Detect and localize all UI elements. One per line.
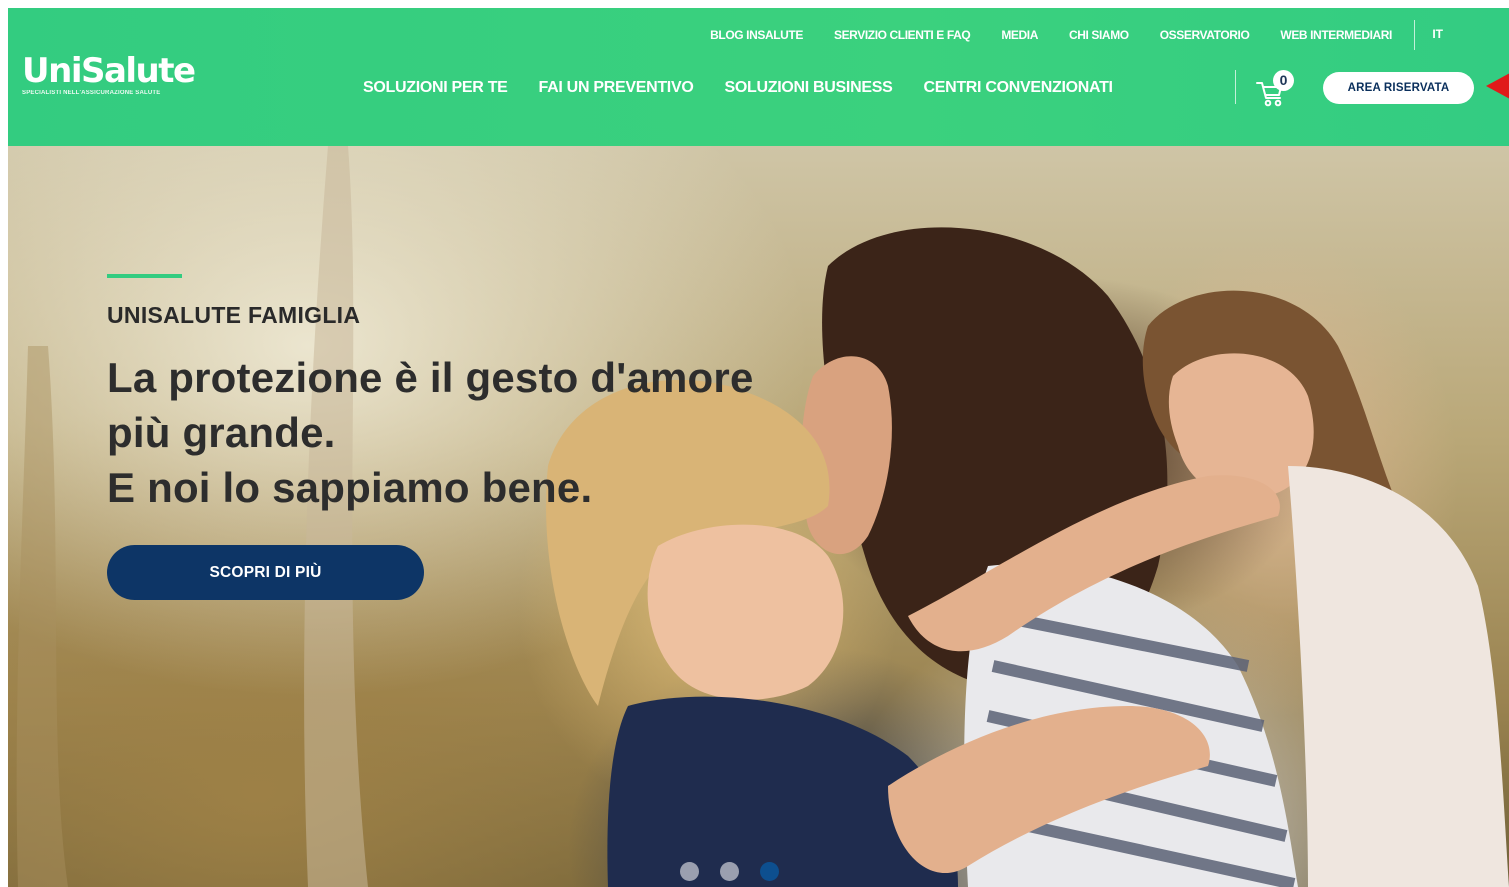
top-navigation: BLOG INSALUTE SERVIZIO CLIENTI E FAQ MED… [679, 20, 1415, 50]
hero-headline-line-3: E noi lo sappiamo bene. [107, 464, 593, 511]
unisalute-logo[interactable]: UniSalute SPECIALISTI NELL'ASSICURAZIONE… [22, 51, 196, 96]
nav-divider [1235, 70, 1236, 104]
hero-family-photo [16, 146, 1509, 887]
scopri-di-piu-button[interactable]: SCOPRI DI PIÙ [107, 545, 424, 600]
hero-banner: UNISALUTE FAMIGLIA La protezione è il ge… [8, 146, 1509, 887]
main-navigation: SOLUZIONI PER TE FAI UN PREVENTIVO SOLUZ… [363, 78, 1144, 98]
logo-wordmark: UniSalute [22, 51, 196, 91]
main-nav-fai-un-preventivo[interactable]: FAI UN PREVENTIVO [539, 79, 694, 97]
top-nav-chi-siamo[interactable]: CHI SIAMO [1069, 28, 1129, 42]
top-nav-media[interactable]: MEDIA [1001, 28, 1038, 42]
hero-accent-line [107, 274, 182, 278]
top-nav-blog-insalute[interactable]: BLOG INSALUTE [710, 28, 803, 42]
hero-headline: La protezione è il gesto d'amore più gra… [107, 350, 867, 515]
logo-tagline: SPECIALISTI NELL'ASSICURAZIONE SALUTE [22, 90, 161, 96]
top-nav-servizio-clienti[interactable]: SERVIZIO CLIENTI E FAQ [834, 28, 971, 42]
site-header: UniSalute SPECIALISTI NELL'ASSICURAZIONE… [8, 8, 1509, 146]
carousel-dot-3[interactable] [760, 862, 779, 881]
top-nav-web-intermediari[interactable]: WEB INTERMEDIARI [1280, 28, 1392, 42]
top-nav-divider [1414, 20, 1415, 50]
carousel-dots [680, 862, 800, 881]
top-nav-osservatorio[interactable]: OSSERVATORIO [1160, 28, 1250, 42]
area-riservata-button[interactable]: AREA RISERVATA [1323, 72, 1474, 104]
main-nav-centri-convenzionati[interactable]: CENTRI CONVENZIONATI [923, 79, 1113, 97]
hero-headline-line-1: La protezione è il gesto d'amore [107, 354, 754, 401]
carousel-dot-2[interactable] [720, 862, 739, 881]
language-selector[interactable]: IT [1432, 27, 1443, 41]
page-frame: UniSalute SPECIALISTI NELL'ASSICURAZIONE… [8, 8, 1509, 887]
main-nav-soluzioni-business[interactable]: SOLUZIONI BUSINESS [724, 79, 892, 97]
annotation-arrow [1486, 73, 1509, 99]
main-nav-soluzioni-per-te[interactable]: SOLUZIONI PER TE [363, 79, 508, 97]
cart-button[interactable]: 0 [1254, 70, 1298, 107]
cart-count-badge: 0 [1273, 70, 1294, 91]
hero-headline-line-2: più grande. [107, 409, 336, 456]
hero-eyebrow: UNISALUTE FAMIGLIA [107, 302, 361, 328]
carousel-dot-1[interactable] [680, 862, 699, 881]
